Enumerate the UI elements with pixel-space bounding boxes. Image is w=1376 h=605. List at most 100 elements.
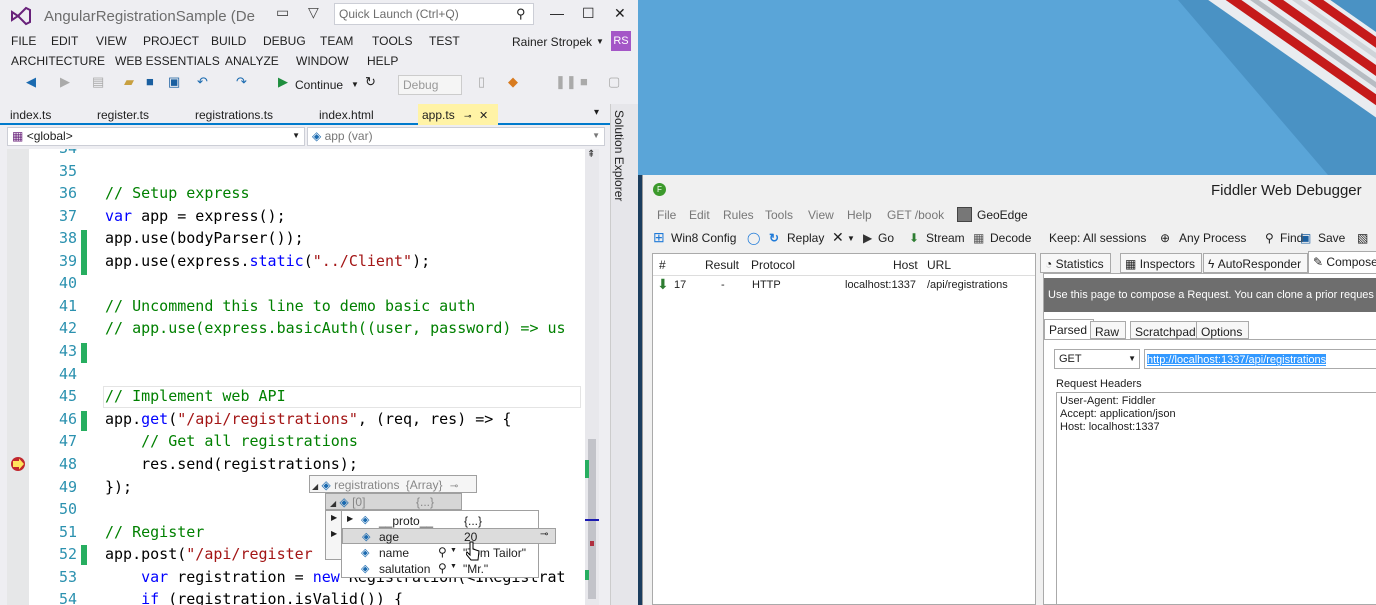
quick-launch-input[interactable]: Quick Launch (Ctrl+Q) [334,3,534,25]
menu-file[interactable]: FILE [11,34,36,48]
tab-index-ts[interactable]: index.ts [10,108,51,122]
menu-web-essentials[interactable]: WEB ESSENTIALS [115,54,220,68]
stream-button[interactable]: Stream [926,231,965,245]
menu-team[interactable]: TEAM [320,34,353,48]
tab-parsed[interactable]: Parsed [1044,319,1094,339]
pause-icon[interactable]: ❚❚ [555,74,577,96]
tab-compose[interactable]: ✎ Compose [1308,251,1376,273]
menu-file[interactable]: File [657,208,676,222]
menu-window[interactable]: WINDOW [296,54,349,68]
editor-scrollbar[interactable]: ⇞ [585,149,599,605]
debug-target-icon[interactable]: ◆ [508,74,518,96]
menu-rules[interactable]: Rules [723,208,754,222]
magnifier-icon[interactable]: ⚲ [438,561,447,575]
tab-register-ts[interactable]: register.ts [97,108,149,122]
tab-autoresponder[interactable]: ϟ AutoResponder [1203,253,1308,273]
feedback-icon[interactable]: ▭ [276,4,289,21]
tab-index-html[interactable]: index.html [319,108,374,122]
solution-explorer-tab[interactable]: Solution Explorer [612,110,626,201]
menu-edit[interactable]: Edit [689,208,710,222]
win8-config-button[interactable]: Win8 Config [671,231,736,245]
split-icon[interactable]: ⇞ [587,149,597,163]
user-name[interactable]: Rainer Stropek [512,35,592,49]
menu-get-book[interactable]: GET /book [887,208,944,222]
table-row[interactable]: ⬇ 17 - HTTP localhost:1337 /api/registra… [653,276,1035,294]
attach-icon[interactable]: ▯ [478,74,485,96]
datatip-root[interactable]: ◢ ◈ registrations {Array} ⊸ [309,475,477,493]
column-header-protocol[interactable]: Protocol [751,258,795,272]
save-icon[interactable]: ■ [146,74,154,96]
menu-view[interactable]: VIEW [96,34,127,48]
magnifier-icon[interactable]: ⚲ [438,545,447,559]
collapse-icon[interactable]: ◢ [330,499,336,508]
chevron-down-icon[interactable]: ▼ [351,80,359,89]
tab-dropdown-icon[interactable]: ▾ [594,107,599,118]
column-header-url[interactable]: URL [927,258,951,272]
chevron-down-icon[interactable]: ▼ [596,37,604,46]
minimize-button[interactable]: — [550,5,564,21]
chevron-down-icon[interactable]: ▼ [450,563,457,570]
menu-help[interactable]: HELP [367,54,398,68]
breakpoint-margin[interactable] [7,149,29,605]
chevron-down-icon[interactable]: ▼ [450,547,457,554]
replay-button[interactable]: Replay [787,231,824,245]
menu-view[interactable]: View [808,208,834,222]
method-select[interactable]: GET ▼ [1054,349,1140,369]
sessions-grid[interactable]: # Result Protocol Host URL ⬇ 17 - HTTP l… [652,253,1036,605]
datatip-row[interactable]: ▶ ◈ __proto__ {...} [342,512,538,528]
continue-button[interactable]: Continue [295,78,343,92]
menu-tools[interactable]: Tools [765,208,793,222]
menu-build[interactable]: BUILD [211,34,246,48]
filter-icon[interactable]: ▽ [308,4,319,21]
config-select[interactable]: Debug [398,75,462,95]
tab-inspectors[interactable]: ▦ Inspectors [1120,253,1202,273]
keep-sessions-dropdown[interactable]: Keep: All sessions [1049,231,1146,245]
scope-dropdown[interactable]: ▦ <global> ▼ [7,127,305,146]
datatip-item[interactable]: ◢ ◈ [0] {...} [325,493,462,510]
go-button[interactable]: Go [878,231,894,245]
menu-architecture[interactable]: ARCHITECTURE [11,54,105,68]
datatip-row-selected[interactable]: ◈ age 20 ⊸ [342,528,556,544]
menu-debug[interactable]: DEBUG [263,34,306,48]
menu-help[interactable]: Help [847,208,872,222]
close-icon[interactable]: ✕ [479,110,488,122]
expand-icon[interactable]: ▶ [331,513,337,522]
datatip-row[interactable]: ◈ name ⚲ ▼ "Tom Tailor" [342,545,538,561]
stop-icon[interactable]: ■ [580,74,588,96]
column-header-result[interactable]: Result [705,258,739,272]
decode-button[interactable]: Decode [990,231,1031,245]
request-headers-editor[interactable]: User-Agent: Fiddler Accept: application/… [1056,392,1376,605]
member-dropdown[interactable]: ◈ app (var) ▼ [307,127,605,146]
datatip-row[interactable]: ◈ salutation ⚲ ▼ "Mr." [342,561,538,577]
pin-icon[interactable]: ⊸ [464,111,472,121]
menu-project[interactable]: PROJECT [143,34,199,48]
maximize-button[interactable]: ☐ [582,5,595,22]
tab-app-ts[interactable]: app.ts ⊸ ✕ [418,104,498,125]
save-all-icon[interactable]: ▣ [168,74,180,96]
tab-raw[interactable]: Raw [1090,321,1126,339]
tab-statistics[interactable]: ◔ Statistics [1040,253,1111,273]
menu-tools[interactable]: TOOLS [372,34,412,48]
menu-analyze[interactable]: ANALYZE [225,54,279,68]
continue-icon[interactable]: ▶ [278,74,288,96]
save-button[interactable]: Save [1318,231,1345,245]
menu-test[interactable]: TEST [429,34,460,48]
tab-registrations-ts[interactable]: registrations.ts [195,108,273,122]
menu-edit[interactable]: EDIT [51,34,78,48]
undo-icon[interactable]: ↶ [197,74,208,96]
new-project-icon[interactable]: ▤ [92,74,104,96]
chevron-down-icon[interactable]: ▼ [847,234,855,243]
pin-icon[interactable]: ⊸ [450,481,458,492]
column-header-host[interactable]: Host [893,258,918,272]
any-process-button[interactable]: Any Process [1179,231,1246,245]
avatar[interactable]: RS [611,31,631,51]
url-input[interactable]: http://localhost:1337/api/registrations [1144,349,1376,369]
collapse-icon[interactable]: ◢ [312,482,318,491]
restart-icon[interactable]: ↻ [365,74,376,96]
expand-icon[interactable]: ▶ [347,514,353,523]
open-file-icon[interactable]: ▰ [124,74,134,96]
screenshot-icon[interactable]: ▧ [1357,231,1368,245]
pin-icon[interactable]: ⊸ [540,529,548,540]
menu-geoedge[interactable]: GeoEdge [977,208,1028,222]
close-window-button[interactable]: ✕ [614,5,626,22]
